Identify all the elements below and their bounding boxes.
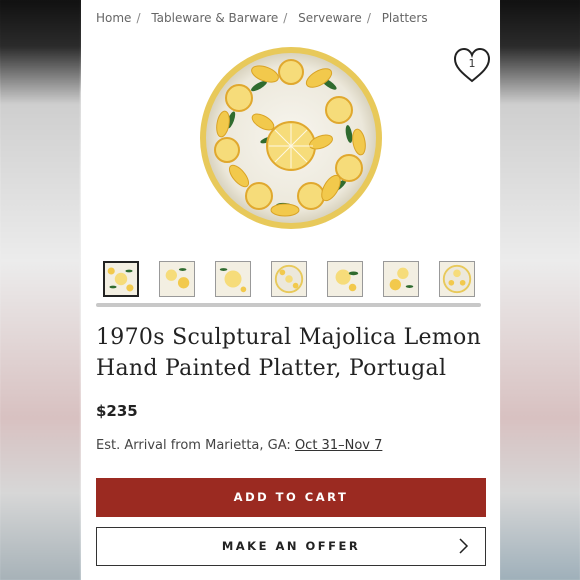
breadcrumb-separator: /: [366, 11, 371, 25]
arrival-dates-link[interactable]: Oct 31–Nov 7: [295, 438, 382, 453]
chevron-right-icon: [459, 538, 469, 554]
favorite-button[interactable]: 1: [453, 47, 491, 85]
product-price: $235: [96, 402, 138, 420]
thumbnail-strip: [103, 261, 483, 299]
blurred-background-right: [500, 0, 580, 580]
thumbnail-6[interactable]: [383, 261, 419, 297]
make-offer-label: MAKE AN OFFER: [221, 539, 361, 553]
breadcrumb: Home / Tableware & Barware / Serveware / Pl…: [96, 11, 428, 25]
breadcrumb-separator: /: [136, 11, 141, 25]
product-main-image[interactable]: [199, 46, 383, 230]
thumbnail-2[interactable]: [159, 261, 195, 297]
add-to-cart-button[interactable]: ADD TO CART: [96, 478, 486, 517]
favorite-count: 1: [468, 57, 476, 70]
product-card: Home / Tableware & Barware / Serveware / Pl…: [81, 0, 500, 580]
make-offer-button[interactable]: MAKE AN OFFER: [96, 527, 486, 566]
thumbnail-4[interactable]: [271, 261, 307, 297]
product-title: 1970s Sculptural Majolica Lemon Hand Pai…: [96, 325, 482, 381]
blurred-background-left: [0, 0, 80, 580]
breadcrumb-tableware[interactable]: Tableware & Barware: [151, 11, 278, 25]
breadcrumb-serveware[interactable]: Serveware: [298, 11, 362, 25]
thumbnail-7[interactable]: [439, 261, 475, 297]
thumbnail-3[interactable]: [215, 261, 251, 297]
thumbnail-1[interactable]: [103, 261, 139, 297]
arrival-label: Est. Arrival from Marietta, GA:: [96, 438, 291, 453]
breadcrumb-separator: /: [283, 11, 288, 25]
breadcrumb-platters[interactable]: Platters: [382, 11, 428, 25]
thumbnail-scrollbar[interactable]: [96, 303, 481, 307]
thumbnail-5[interactable]: [327, 261, 363, 297]
breadcrumb-home[interactable]: Home: [96, 11, 131, 25]
estimated-arrival: Est. Arrival from Marietta, GA: Oct 31–N…: [96, 438, 382, 453]
